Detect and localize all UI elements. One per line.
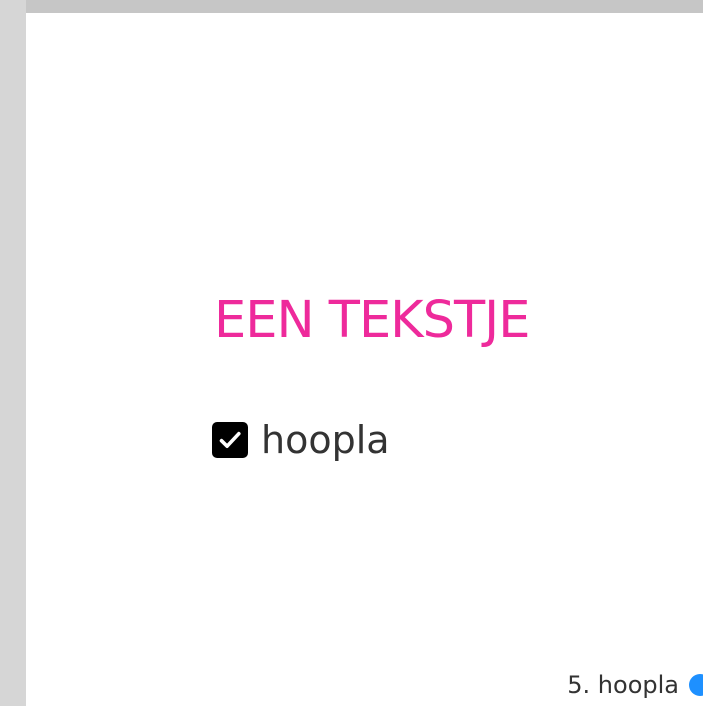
- hoopla-checkbox[interactable]: [212, 422, 248, 458]
- checkbox-label: hoopla: [261, 418, 390, 462]
- status-dot-icon: [689, 674, 703, 696]
- checkbox-row[interactable]: hoopla: [212, 417, 390, 463]
- slide-footer: 5. hoopla: [567, 665, 703, 705]
- check-mark-icon: [219, 431, 241, 448]
- slide-canvas: EEN TEKSTJE hoopla 5. hoopla: [26, 13, 703, 706]
- top-strip: [0, 0, 703, 13]
- footer-slide-label: 5. hoopla: [567, 671, 679, 699]
- slide-title: EEN TEKSTJE: [214, 291, 530, 350]
- left-gutter: [0, 0, 26, 706]
